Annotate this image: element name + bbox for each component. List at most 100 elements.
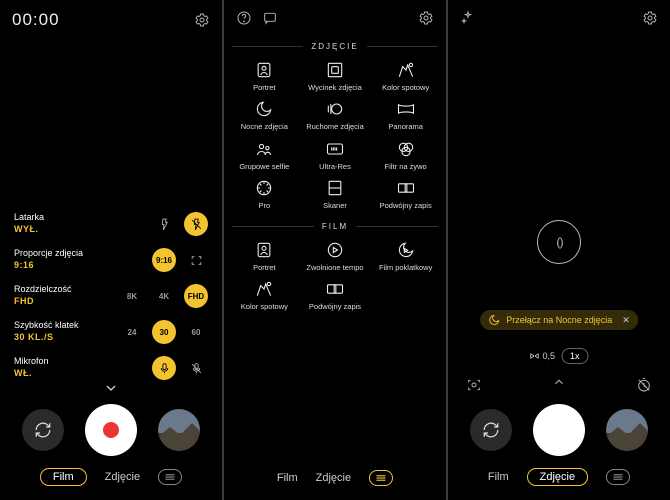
collapse-settings[interactable] [0, 380, 222, 396]
mode-ultrares[interactable]: Ultra-Res [301, 138, 370, 171]
tab-photo[interactable]: Zdjęcie [316, 472, 351, 484]
ratio-label: Proporcje zdjęcia [14, 248, 83, 260]
ai-enhance-icon[interactable] [460, 10, 476, 26]
help-icon[interactable] [236, 10, 252, 26]
wycinek-icon [324, 59, 346, 81]
record-button[interactable] [85, 404, 137, 456]
fps-60-pill[interactable]: 60 [184, 320, 208, 344]
switch-camera-button[interactable] [22, 409, 64, 451]
setting-res: RozdzielczośćFHD 8K 4K FHD [14, 284, 208, 308]
mode-panorama[interactable]: Panorama [371, 98, 440, 131]
ratio-value: 9:16 [14, 260, 83, 272]
selfie-icon [253, 138, 275, 160]
recording-timer: 00:00 [12, 10, 60, 30]
mode-nocne[interactable]: Nocne zdjęcia [230, 98, 299, 131]
gallery-thumbnail[interactable] [158, 409, 200, 451]
mode-f_slow[interactable]: Zwolnione tempo [301, 239, 370, 272]
panel-video-settings: 00:00 LatarkaWYŁ. Proporcje zdjęcia9:16 … [0, 0, 222, 500]
mode-label: Ultra-Res [319, 163, 351, 171]
flash-value: WYŁ. [14, 224, 44, 236]
focus-indicator: ( ) [537, 220, 581, 264]
settings-icon[interactable] [642, 10, 658, 26]
expand-settings[interactable] [552, 375, 566, 394]
filtr-icon [395, 138, 417, 160]
toast-text: Przełącz na Nocne zdjęcia [506, 315, 612, 325]
settings-icon[interactable] [194, 12, 210, 28]
tab-film[interactable]: Film [277, 472, 298, 484]
mode-tabs: Film Zdjęcie [224, 460, 446, 500]
mode-label: Film poklatkowy [379, 264, 432, 272]
ratio-full-icon[interactable] [184, 248, 208, 272]
photo-modes-grid: PortretWycinek zdjęciaKolor spotowy Nocne… [224, 59, 446, 210]
zoom-1x[interactable]: 1x [561, 348, 589, 364]
mode-podwojny[interactable]: Podwójny zapis [371, 177, 440, 210]
night-mode-toast[interactable]: Przełącz na Nocne zdjęcia ✕ [480, 310, 638, 330]
mode-label: Zwolnione tempo [306, 264, 363, 272]
mode-ruchome[interactable]: Ruchome zdjęcia [301, 98, 370, 131]
tab-film[interactable]: Film [488, 471, 509, 483]
more-modes-icon[interactable] [606, 469, 630, 485]
close-icon[interactable]: ✕ [622, 315, 630, 326]
mic-off-icon[interactable] [184, 356, 208, 380]
portret-icon [253, 59, 275, 81]
ratio-916-pill[interactable]: 9:16 [152, 248, 176, 272]
mode-kolor[interactable]: Kolor spotowy [371, 59, 440, 92]
res-8k-pill[interactable]: 8K [120, 284, 144, 308]
shutter-button[interactable] [533, 404, 585, 456]
gallery-thumbnail[interactable] [606, 409, 648, 451]
tab-photo[interactable]: Zdjęcie [527, 468, 588, 486]
mic-label: Mikrofon [14, 356, 49, 368]
timer-off-icon[interactable] [636, 377, 652, 393]
topbar [448, 0, 670, 30]
viewfinder[interactable]: ( ) Przełącz na Nocne zdjęcia ✕ 0,5 1x [448, 30, 670, 371]
f_slow-icon [324, 239, 346, 261]
mode-f_timelapse[interactable]: Film poklatkowy [371, 239, 440, 272]
mode-pro[interactable]: Pro [230, 177, 299, 210]
res-fhd-pill[interactable]: FHD [184, 284, 208, 308]
torch-off-icon[interactable] [152, 212, 176, 236]
record-dot-icon [103, 422, 119, 438]
setting-flash: LatarkaWYŁ. [14, 212, 208, 236]
mode-selfie[interactable]: Grupowe selfie [230, 138, 299, 171]
tab-film[interactable]: Film [40, 468, 87, 486]
mic-on-icon[interactable] [152, 356, 176, 380]
setting-fps: Szybkość klatek30 KL./S 24 30 60 [14, 320, 208, 344]
tool-row [448, 371, 670, 398]
zoom-wide[interactable]: 0,5 [529, 351, 555, 361]
more-modes-icon[interactable] [158, 469, 182, 485]
mode-label: Skaner [323, 202, 347, 210]
mode-f_portret[interactable]: Portret [230, 239, 299, 272]
fps-value: 30 KL./S [14, 332, 79, 344]
ultrares-icon [324, 138, 346, 160]
mode-label: Podwójny zapis [309, 303, 361, 311]
mode-label: Grupowe selfie [239, 163, 289, 171]
feedback-icon[interactable] [262, 10, 278, 26]
mode-f_kolor[interactable]: Kolor spotowy [230, 278, 299, 311]
mode-wycinek[interactable]: Wycinek zdjęcia [301, 59, 370, 92]
mode-label: Portret [253, 264, 276, 272]
res-4k-pill[interactable]: 4K [152, 284, 176, 308]
zoom-selector: 0,5 1x [529, 348, 588, 364]
panel-mode-grid: ZDJĘCIE PortretWycinek zdjęciaKolor spot… [224, 0, 446, 500]
switch-camera-button[interactable] [470, 409, 512, 451]
mode-f_podwojny[interactable]: Podwójny zapis [301, 278, 370, 311]
mode-portret[interactable]: Portret [230, 59, 299, 92]
torch-disabled-icon[interactable] [184, 212, 208, 236]
section-film-title: FILM [224, 222, 446, 231]
mode-filtr[interactable]: Filtr na żywo [371, 138, 440, 171]
more-modes-icon-active[interactable] [369, 470, 393, 486]
fps-30-pill[interactable]: 30 [152, 320, 176, 344]
modes-scroll[interactable]: ZDJĘCIE PortretWycinek zdjęciaKolor spot… [224, 30, 446, 460]
mode-label: Kolor spotowy [241, 303, 288, 311]
mode-label: Panorama [388, 123, 423, 131]
kolor-icon [395, 59, 417, 81]
tab-photo[interactable]: Zdjęcie [105, 471, 140, 483]
settings-icon[interactable] [418, 10, 434, 26]
google-lens-icon[interactable] [466, 377, 482, 393]
mode-skaner[interactable]: Skaner [301, 177, 370, 210]
fps-24-pill[interactable]: 24 [120, 320, 144, 344]
section-photo-title: ZDJĘCIE [224, 42, 446, 51]
quick-settings: LatarkaWYŁ. Proporcje zdjęcia9:16 9:16 R… [0, 206, 222, 380]
f_portret-icon [253, 239, 275, 261]
topbar: 00:00 [0, 0, 222, 34]
